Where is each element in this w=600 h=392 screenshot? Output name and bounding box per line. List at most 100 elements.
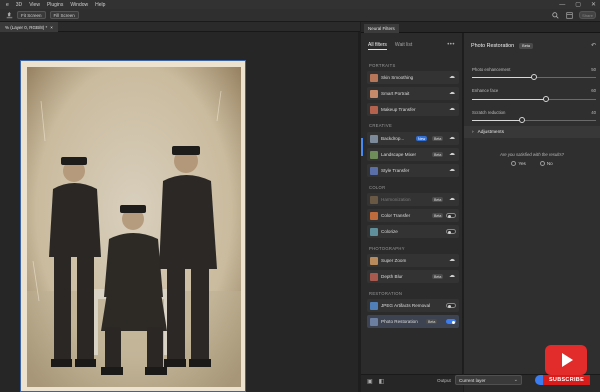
- style-transfer-thumbnail: [370, 166, 378, 175]
- filter-color-transfer[interactable]: Color Transfer Beta: [367, 209, 459, 222]
- beta-badge: Beta: [432, 274, 444, 279]
- slider-knob[interactable]: [531, 74, 537, 80]
- section-portraits: PORTRAITS: [369, 63, 396, 68]
- slider-label: Photo enhancement: [472, 67, 511, 72]
- cloud-download-icon[interactable]: ☁: [449, 106, 455, 112]
- menu-item-3d[interactable]: 3D: [16, 2, 22, 8]
- filter-tabs: All filters Wait list: [368, 42, 412, 50]
- new-badge: New: [416, 136, 428, 141]
- filters-list-panel: All filters Wait list ••• PORTRAITS Skin…: [361, 33, 463, 392]
- filter-style-transfer[interactable]: Style Transfer ☁: [367, 164, 459, 177]
- filter-label: Skin Smoothing: [381, 75, 414, 80]
- footer-icons: ▣ ◧: [367, 378, 384, 385]
- filter-label: Landscape Mixer: [381, 152, 416, 157]
- cloud-download-icon[interactable]: ☁: [449, 196, 455, 202]
- filter-landscape-mixer[interactable]: Landscape Mixer Beta ☁: [367, 148, 459, 161]
- filter-photo-restoration[interactable]: Photo Restoration Beta: [367, 315, 459, 328]
- cloud-download-icon[interactable]: ☁: [449, 273, 455, 279]
- beta-badge: Beta: [432, 197, 444, 202]
- filter-super-zoom[interactable]: Super Zoom ☁: [367, 254, 459, 267]
- feedback-no[interactable]: No: [539, 161, 553, 166]
- filter-colorize[interactable]: Colorize: [367, 225, 459, 238]
- menu-item-edit[interactable]: e: [6, 2, 9, 8]
- filter-makeup-transfer[interactable]: Makeup Transfer ☁: [367, 103, 459, 116]
- layers-icon[interactable]: ▣: [367, 378, 373, 385]
- settings-title: Photo Restoration: [471, 43, 515, 49]
- document-tab[interactable]: % (Layer 0, RGB/8) * ×: [0, 22, 58, 32]
- depth-blur-thumbnail: [370, 272, 378, 281]
- photo-enhancement-slider[interactable]: [472, 74, 596, 80]
- slider-label: Scratch reduction: [472, 110, 506, 115]
- menu-item-view[interactable]: View: [29, 2, 40, 8]
- cloud-download-icon[interactable]: ☁: [449, 257, 455, 263]
- move-tool-icon[interactable]: [5, 11, 13, 19]
- harmonization-thumbnail: [370, 195, 378, 204]
- adjustments-label: Adjustments: [477, 129, 505, 135]
- feedback-yes[interactable]: Yes: [511, 161, 526, 166]
- close-tab-icon[interactable]: ×: [50, 25, 53, 30]
- tab-wait-list[interactable]: Wait list: [395, 42, 412, 50]
- feedback-yes-label: Yes: [518, 161, 526, 166]
- scratch-reduction-slider[interactable]: [472, 117, 596, 123]
- cloud-download-icon[interactable]: ☁: [449, 90, 455, 96]
- filter-backdrop[interactable]: Backdrop... New Beta ☁: [367, 132, 459, 145]
- slider-knob[interactable]: [518, 117, 525, 123]
- feedback-options: Yes No: [464, 161, 600, 166]
- close-icon[interactable]: ✕: [591, 1, 596, 8]
- options-bar: Fit Screen Fill Screen Share: [0, 9, 600, 22]
- adjustments-expander[interactable]: › Adjustments: [464, 126, 600, 138]
- canvas-area[interactable]: [0, 32, 358, 392]
- fit-screen-button[interactable]: Fit Screen: [17, 11, 46, 19]
- photo-restoration-thumbnail: [370, 317, 378, 326]
- radio-yes[interactable]: [511, 161, 517, 166]
- slider-knob[interactable]: [543, 96, 550, 102]
- subscribe-banner: SUBSCRIBE: [543, 375, 590, 385]
- workspace-icon[interactable]: [565, 11, 573, 19]
- beta-badge: Beta: [432, 152, 444, 157]
- slider-value: 50: [591, 67, 596, 72]
- filter-toggle[interactable]: [446, 213, 456, 218]
- more-options-icon[interactable]: •••: [447, 42, 455, 48]
- menu-item-window[interactable]: Window: [70, 2, 88, 8]
- filter-depth-blur[interactable]: Depth Blur Beta ☁: [367, 270, 459, 283]
- filter-smart-portrait[interactable]: Smart Portrait ☁: [367, 87, 459, 100]
- cloud-download-icon[interactable]: ☁: [449, 135, 455, 141]
- document-tab-label: % (Layer 0, RGB/8) *: [5, 24, 48, 30]
- tab-neural-filters[interactable]: Neural Filters: [364, 24, 399, 33]
- cloud-download-icon[interactable]: ☁: [449, 167, 455, 173]
- menu-item-help[interactable]: Help: [95, 2, 105, 8]
- makeup-transfer-thumbnail: [370, 105, 378, 114]
- filter-toggle[interactable]: [446, 229, 456, 234]
- minimize-icon[interactable]: —: [559, 2, 565, 8]
- filter-label: Color Transfer: [381, 213, 411, 218]
- cloud-download-icon[interactable]: ☁: [449, 74, 455, 80]
- filter-harmonization[interactable]: Harmonization Beta ☁: [367, 193, 459, 206]
- search-icon[interactable]: [551, 11, 559, 19]
- menu-item-plugins[interactable]: Plugins: [47, 2, 63, 8]
- scroll-indicator[interactable]: [361, 138, 363, 156]
- filter-label: Makeup Transfer: [381, 107, 416, 112]
- output-select[interactable]: Current layer ⌄: [455, 375, 522, 385]
- preview-icon[interactable]: ◧: [379, 378, 385, 385]
- fill-screen-button[interactable]: Fill Screen: [49, 11, 79, 19]
- super-zoom-thumbnail: [370, 256, 378, 265]
- radio-no[interactable]: [539, 161, 545, 166]
- slider-value: 60: [591, 88, 596, 93]
- restored-photo[interactable]: [20, 60, 246, 392]
- filter-settings-panel: Photo Restoration Beta ↶ Photo enhanceme…: [464, 33, 600, 392]
- filter-toggle[interactable]: [446, 303, 456, 308]
- reset-icon[interactable]: ↶: [591, 42, 596, 49]
- smart-portrait-thumbnail: [370, 89, 378, 98]
- maximize-icon[interactable]: ▢: [575, 1, 581, 8]
- slider-label: Enhance face: [472, 88, 499, 93]
- settings-header-icons: ↶: [591, 42, 596, 49]
- filter-label: Super Zoom: [381, 258, 407, 263]
- cloud-download-icon[interactable]: ☁: [449, 151, 455, 157]
- enhance-face-slider[interactable]: [472, 96, 596, 102]
- feedback-no-label: No: [546, 161, 553, 166]
- tab-all-filters[interactable]: All filters: [368, 42, 387, 50]
- filter-toggle-on[interactable]: [446, 319, 456, 324]
- filter-jpeg-artifacts-removal[interactable]: JPEG Artifacts Removal: [367, 299, 459, 312]
- share-button[interactable]: Share: [579, 11, 596, 19]
- filter-skin-smoothing[interactable]: Skin Smoothing ☁: [367, 71, 459, 84]
